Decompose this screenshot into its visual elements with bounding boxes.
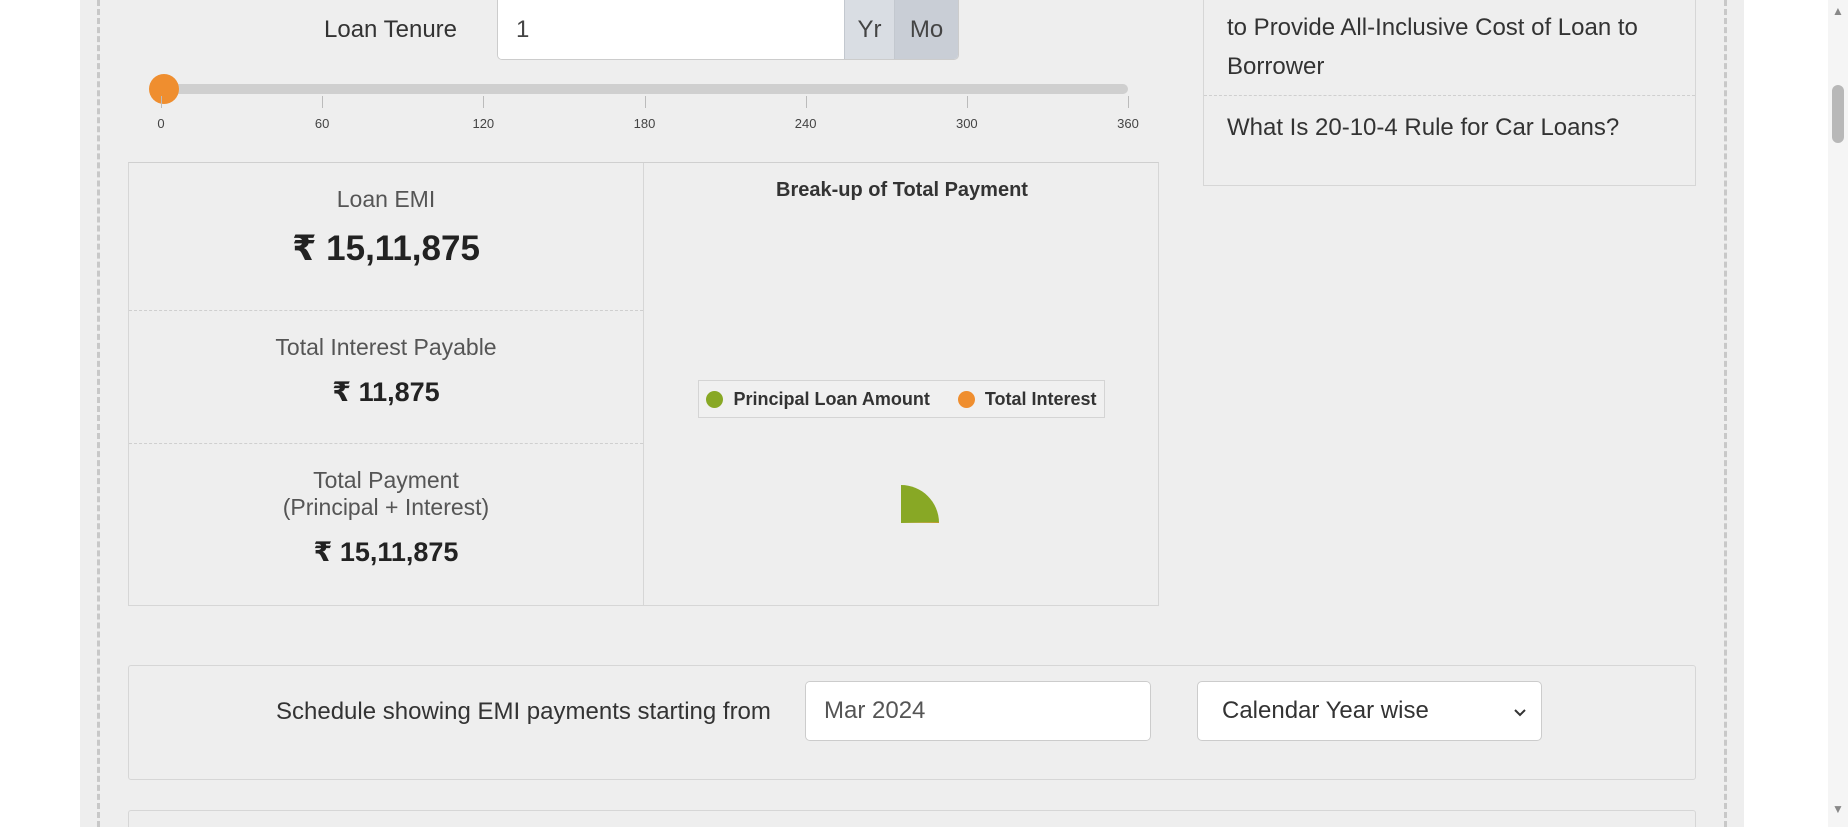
schedule-view-selected: Calendar Year wise [1222, 697, 1429, 724]
legend-label-principal: Principal Loan Amount [733, 388, 930, 409]
scrollbar-thumb[interactable] [1832, 85, 1844, 143]
legend-item-interest[interactable]: Total Interest [957, 388, 1097, 410]
pie-slice-principal[interactable] [901, 485, 939, 523]
total-interest-section: Total Interest Payable ₹ 11,875 [129, 334, 643, 408]
slider-tick-label: 0 [157, 116, 165, 131]
total-payment-label: Total Payment [313, 467, 459, 493]
related-articles-box: to Provide All-Inclusive Cost of Loan to… [1203, 0, 1696, 186]
divider [129, 443, 643, 444]
legend-item-principal[interactable]: Principal Loan Amount [706, 388, 930, 410]
loan-emi-section: Loan EMI ₹ 15,11,875 [129, 186, 643, 269]
slider-tick [966, 96, 968, 108]
schedule-panel: Schedule showing EMI payments starting f… [128, 665, 1696, 780]
triangle-down-icon[interactable]: ▼ [1832, 802, 1844, 816]
legend-dot-principal [706, 390, 724, 408]
tenure-unit-month-button[interactable]: Mo [894, 0, 958, 59]
legend-label-interest: Total Interest [984, 388, 1097, 409]
chevron-down-icon [1513, 697, 1527, 725]
results-summary: Loan EMI ₹ 15,11,875 Total Interest Paya… [129, 163, 644, 605]
loan-emi-value: ₹ 15,11,875 [292, 229, 480, 268]
chart-legend: Principal Loan Amount Total Interest [698, 380, 1105, 418]
total-interest-label: Total Interest Payable [275, 334, 497, 360]
slider-tick-label: 360 [1117, 116, 1139, 131]
schedule-view-select[interactable]: Calendar Year wise [1197, 681, 1542, 741]
slider-tick-label: 180 [633, 116, 656, 131]
slider-tick [322, 96, 324, 108]
loan-tenure-input[interactable] [498, 0, 844, 59]
loan-tenure-slider-handle[interactable] [148, 74, 179, 104]
slider-tick-label: 120 [472, 116, 495, 131]
slider-tick [644, 96, 646, 108]
loan-emi-label: Loan EMI [336, 186, 436, 212]
total-payment-sublabel: (Principal + Interest) [282, 494, 490, 520]
article-link-cost-of-loan[interactable]: to Provide All-Inclusive Cost of Loan to… [1227, 8, 1675, 86]
slider-tick [1128, 96, 1129, 108]
loan-tenure-input-group: Yr Mo [497, 0, 959, 60]
pie-chart [901, 485, 939, 523]
slider-tick-label: 300 [955, 116, 978, 131]
schedule-start-date-input[interactable] [806, 682, 1150, 740]
slider-tick-label: 60 [314, 116, 330, 131]
total-payment-value: ₹ 15,11,875 [313, 537, 459, 567]
legend-dot-interest [957, 390, 975, 408]
loan-tenure-label: Loan Tenure [324, 16, 458, 43]
loan-tenure-slider-track[interactable] [161, 84, 1128, 94]
slider-tick [483, 96, 485, 108]
schedule-label: Schedule showing EMI payments starting f… [276, 698, 771, 725]
total-interest-value: ₹ 11,875 [332, 377, 440, 407]
schedule-date-group [805, 681, 1151, 741]
next-panel [128, 810, 1696, 827]
article-link-20-10-4-rule[interactable]: What Is 20-10-4 Rule for Car Loans? [1227, 108, 1675, 147]
triangle-up-icon[interactable]: ▲ [1832, 4, 1844, 18]
total-payment-section: Total Payment (Principal + Interest) ₹ 1… [129, 467, 643, 568]
slider-tick [805, 96, 807, 108]
slider-tick-label: 240 [794, 116, 817, 131]
chart-title: Break-up of Total Payment [776, 179, 1028, 201]
slider-tick [161, 96, 162, 108]
vertical-scrollbar[interactable]: ▲ ▼ [1828, 0, 1848, 827]
divider [129, 310, 643, 311]
divider [1204, 95, 1695, 96]
tenure-unit-year-button[interactable]: Yr [844, 0, 895, 59]
